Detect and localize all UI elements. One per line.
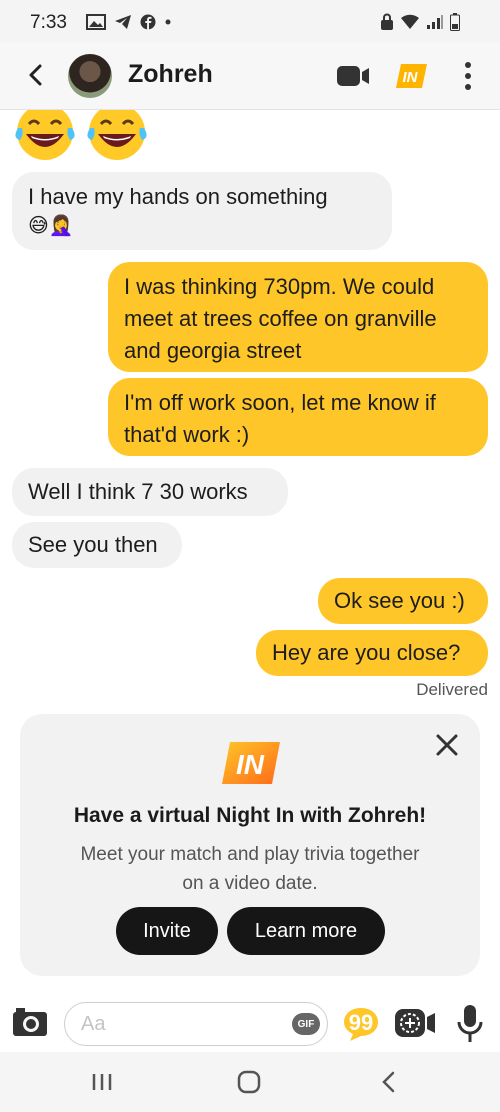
- question-game-button[interactable]: 99: [342, 1006, 380, 1042]
- status-notification-icons: [86, 14, 172, 30]
- message-text: Ok see you :): [334, 588, 465, 613]
- message-composer: GIF 99: [0, 996, 500, 1052]
- wifi-icon: [401, 14, 419, 29]
- close-icon: [436, 734, 458, 756]
- home-button[interactable]: [236, 1070, 262, 1094]
- message-emoji: 😅🤦‍♀️: [28, 215, 74, 237]
- recents-icon: [92, 1074, 112, 1090]
- message-text: I was thinking 730pm. We could meet at t…: [124, 274, 437, 363]
- contact-name[interactable]: Zohreh: [128, 60, 213, 89]
- night-in-logo-icon: IN: [222, 742, 280, 784]
- back-button[interactable]: [20, 60, 50, 90]
- video-note-button[interactable]: [394, 1006, 436, 1040]
- video-call-button[interactable]: [336, 64, 370, 88]
- message-text: Hey are you close?: [272, 640, 461, 665]
- message-text: See you then: [28, 532, 158, 557]
- tears-of-joy-emoji-icon: [15, 110, 75, 160]
- close-card-button[interactable]: [434, 732, 460, 758]
- card-title: Have a virtual Night In with Zohreh!: [73, 804, 427, 827]
- camera-icon: [13, 1008, 47, 1036]
- night-in-logo-label: IN: [236, 749, 265, 780]
- message-bubble-incoming[interactable]: See you then: [12, 522, 182, 568]
- chat-header: Zohreh IN: [0, 42, 500, 110]
- chevron-left-icon: [29, 64, 42, 86]
- message-bubble-outgoing[interactable]: Ok see you :): [318, 578, 488, 624]
- svg-text:99: 99: [349, 1010, 373, 1035]
- night-in-icon: IN: [396, 64, 427, 88]
- camera-button[interactable]: [12, 1006, 48, 1038]
- home-icon: [237, 1070, 261, 1094]
- night-in-button[interactable]: IN: [396, 62, 428, 90]
- card-description: Meet your match and play trivia together…: [80, 844, 420, 894]
- gif-button[interactable]: GIF: [292, 1013, 320, 1035]
- signal-icon: [427, 15, 443, 29]
- more-options-button[interactable]: [456, 58, 480, 94]
- gallery-icon: [86, 14, 106, 30]
- message-bubble-incoming[interactable]: I have my hands on something 😅🤦‍♀️: [12, 172, 392, 250]
- back-arrow-icon: [382, 1071, 395, 1093]
- recent-apps-button[interactable]: [90, 1072, 114, 1092]
- message-bubble-outgoing[interactable]: I was thinking 730pm. We could meet at t…: [108, 262, 488, 372]
- video-camera-icon: [337, 66, 369, 86]
- system-nav-bar: [0, 1052, 500, 1112]
- quote-bubble-icon: 99: [344, 1008, 378, 1041]
- microphone-icon: [457, 1005, 483, 1042]
- video-lens-icon: [395, 1009, 435, 1037]
- more-dot-icon: [465, 62, 471, 68]
- status-time: 7:33: [30, 12, 67, 33]
- tears-of-joy-emoji-icon: [87, 110, 147, 160]
- invite-button[interactable]: Invite: [116, 907, 218, 955]
- message-input[interactable]: [64, 1002, 328, 1046]
- status-bar: 7:33: [0, 0, 500, 42]
- delivery-status: Delivered: [416, 680, 488, 699]
- learn-more-button[interactable]: Learn more: [227, 907, 385, 955]
- voice-message-button[interactable]: [456, 1004, 484, 1044]
- message-text: Well I think 7 30 works: [28, 479, 248, 504]
- battery-icon: [450, 13, 460, 31]
- conversation: I have my hands on something 😅🤦‍♀️ I was…: [0, 110, 500, 992]
- more-dot-icon: [465, 73, 471, 79]
- telegram-icon: [115, 15, 131, 29]
- facebook-icon: [140, 14, 156, 30]
- emoji-message: [14, 110, 148, 162]
- lock-icon: [381, 13, 393, 30]
- night-in-card: IN Have a virtual Night In with Zohreh! …: [20, 714, 480, 976]
- message-bubble-incoming[interactable]: Well I think 7 30 works: [12, 468, 288, 516]
- dot-icon: [165, 19, 171, 25]
- message-bubble-outgoing[interactable]: Hey are you close?: [256, 630, 488, 676]
- status-system-icons: [380, 13, 460, 31]
- contact-avatar[interactable]: [68, 54, 112, 98]
- system-back-button[interactable]: [378, 1070, 398, 1094]
- message-text: I'm off work soon, let me know if that'd…: [124, 390, 436, 447]
- night-in-icon-label: IN: [403, 69, 419, 86]
- more-dot-icon: [465, 84, 471, 90]
- message-text: I have my hands on something: [28, 184, 328, 209]
- message-bubble-outgoing[interactable]: I'm off work soon, let me know if that'd…: [108, 378, 488, 456]
